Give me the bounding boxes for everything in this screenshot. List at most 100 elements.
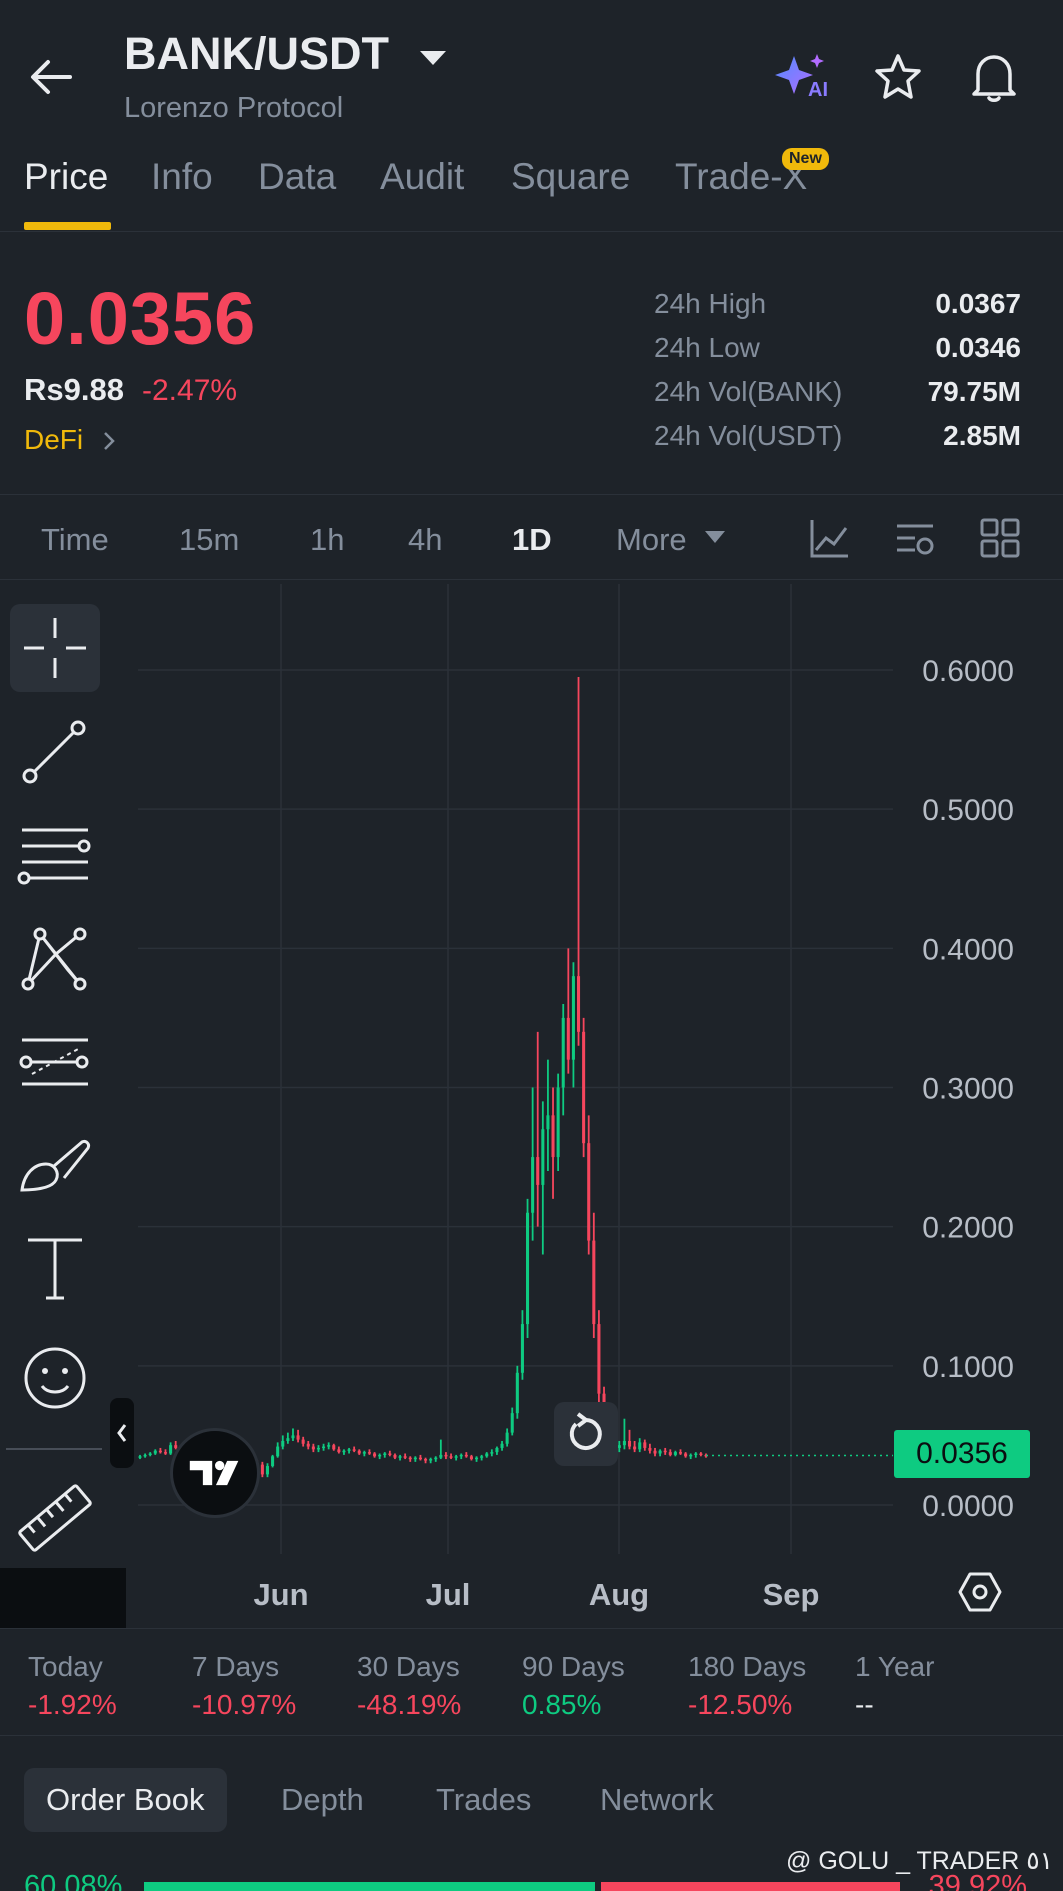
text-tool-icon[interactable] [10,1224,100,1312]
candle-body [265,1466,270,1475]
indicator-settings-icon[interactable] [893,516,937,560]
candle-body [286,1438,290,1441]
pattern-icon[interactable] [10,914,100,1002]
candle-body [673,1452,677,1455]
interval-4h[interactable]: 4h [408,522,442,558]
tab-audit[interactable]: Audit [380,156,464,198]
candle-body [648,1447,652,1451]
candle-body [408,1457,412,1460]
grid-layout-icon[interactable] [978,516,1022,560]
buy-ratio: 60.08% [24,1870,123,1891]
candle-body [347,1449,351,1451]
active-tab-indicator [24,222,111,230]
candle-body [469,1456,473,1460]
settings-hex-icon[interactable] [958,1570,1002,1614]
candle-body [418,1457,422,1460]
candle-body [526,1212,530,1325]
tab-order-book[interactable]: Order Book [24,1768,227,1832]
tab-data[interactable]: Data [258,156,336,198]
interval-time[interactable]: Time [41,522,109,558]
bell-icon[interactable] [968,50,1020,104]
reset-icon [569,1412,602,1450]
ruler-icon[interactable] [10,1474,100,1562]
candle-body [393,1454,397,1458]
ai-sparkle-icon[interactable]: AI [774,52,834,102]
stat-label-vol-bank: 24h Vol(BANK) [654,376,843,407]
interval-15m[interactable]: 15m [179,522,239,558]
candle-body [689,1454,693,1457]
performance-row: Today -1.92% 7 Days -10.97% 30 Days -48.… [0,1628,1063,1736]
emoji-icon[interactable] [10,1334,100,1422]
tradingview-mark [189,1460,239,1486]
perf-value: -10.97% [192,1689,297,1720]
category-link[interactable]: DeFi [24,424,83,456]
buy-ratio-bar [144,1882,595,1891]
candle-body [403,1456,407,1458]
candle-body [352,1449,356,1451]
candle-body [475,1457,479,1460]
back-arrow-icon[interactable] [26,52,76,102]
perf-value: -- [855,1689,874,1720]
app-header: BANK/USDT Lorenzo Protocol AI [0,0,1063,140]
perf-value: -48.19% [357,1689,462,1720]
y-tick-label: 0.5000 [922,794,1014,827]
collapse-toolbar-button[interactable] [110,1398,134,1468]
horizontal-lines-icon[interactable] [10,810,100,898]
candle-body [439,1454,443,1458]
tab-price[interactable]: Price [24,156,108,198]
perf-label: 30 Days [357,1651,460,1682]
candle-body [454,1456,458,1458]
candle-body [699,1453,703,1456]
tab-depth[interactable]: Depth [259,1768,386,1832]
candle-body [653,1450,657,1454]
x-tick-label: Jul [426,1577,471,1612]
candle-body [311,1446,315,1450]
tradingview-logo-icon[interactable] [170,1428,260,1518]
fib-lines-icon[interactable] [10,1018,100,1106]
line-chart-icon[interactable] [808,516,852,560]
candle-body [373,1453,377,1457]
stat-value-vol-usdt: 2.85M [943,420,1021,451]
candle-body [617,1445,621,1448]
candle-body [663,1450,667,1453]
interval-more[interactable]: More [616,522,687,558]
perf-value: -1.92% [28,1689,117,1720]
candle-body [500,1443,504,1448]
tab-info[interactable]: Info [151,156,213,198]
candle-body [276,1446,280,1457]
candle-body [281,1440,285,1447]
last-price: 0.0356 [24,277,257,360]
candle-body [495,1447,499,1453]
candle-body [362,1452,366,1454]
candle-body [684,1453,688,1457]
tab-trades[interactable]: Trades [414,1768,553,1832]
caret-down-icon[interactable] [418,48,448,68]
candle-body [306,1443,310,1447]
trend-line-icon[interactable] [10,708,100,796]
tab-square[interactable]: Square [511,156,630,198]
perf-label: 1 Year [855,1651,935,1682]
candle-body [510,1413,514,1433]
candle-body [638,1442,642,1450]
interval-1h[interactable]: 1h [310,522,344,558]
crosshair-icon[interactable] [10,604,100,692]
perf-label: Today [28,1651,103,1682]
candle-body [505,1432,509,1444]
reset-chart-button[interactable] [554,1402,618,1466]
brush-icon[interactable] [10,1120,100,1208]
stat-value-low: 0.0346 [935,332,1021,363]
candle-body [378,1454,382,1457]
tab-network[interactable]: Network [578,1768,736,1832]
caret-down-icon[interactable] [704,530,726,544]
perf-label: 90 Days [522,1651,625,1682]
star-icon[interactable] [872,52,924,102]
candle-body [592,1240,596,1325]
pair-title[interactable]: BANK/USDT [124,28,389,80]
chevron-right-icon[interactable] [102,430,116,452]
interval-1d[interactable]: 1D [512,522,552,558]
candle-body [627,1440,632,1447]
candle-body [332,1445,336,1450]
candle-body [658,1450,662,1454]
candle-body [678,1452,683,1454]
stat-label-high: 24h High [654,288,767,319]
